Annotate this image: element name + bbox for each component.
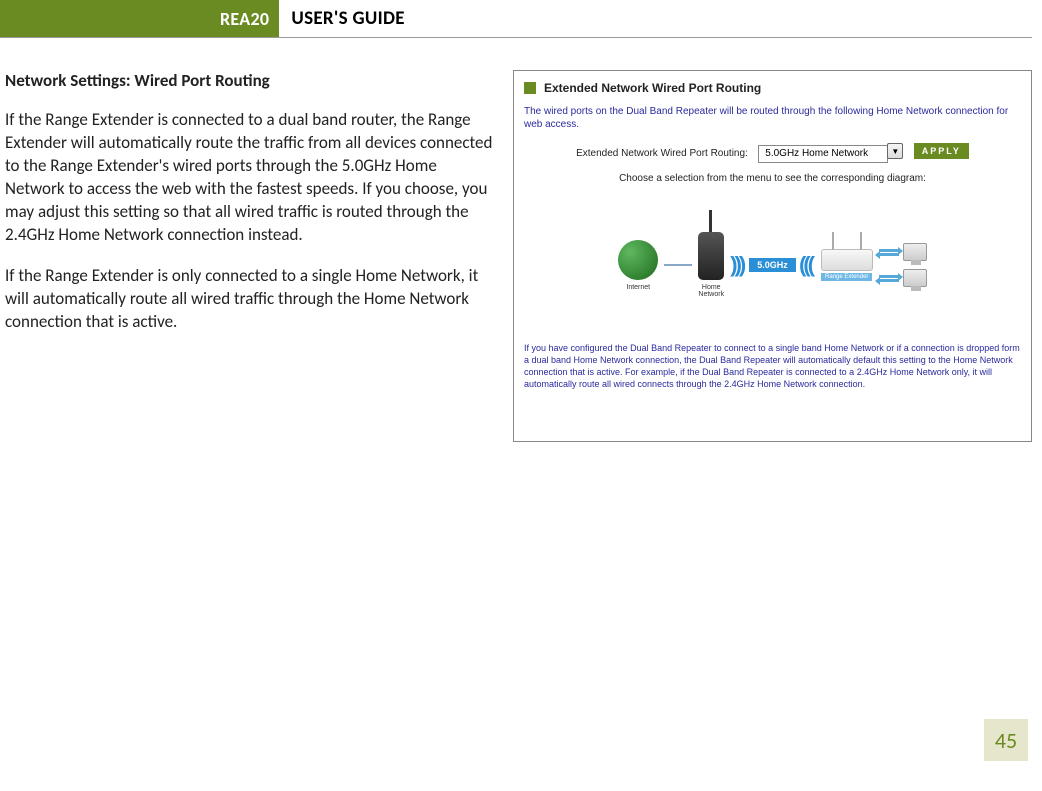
section-heading: Network Settings: Wired Port Routing	[5, 70, 495, 91]
home-network-label: Home Network	[698, 284, 724, 298]
panel-description: The wired ports on the Dual Band Repeate…	[524, 105, 1021, 131]
internet-globe-icon	[618, 240, 658, 280]
dropdown-arrow-icon[interactable]: ▼	[887, 143, 903, 159]
page-number: 45	[984, 719, 1028, 761]
data-arrow-icon	[879, 275, 899, 282]
computer-icon	[903, 269, 927, 287]
internet-label: Internet	[626, 284, 650, 291]
panel-instruction: Choose a selection from the menu to see …	[524, 173, 1021, 184]
routing-select-value: 5.0GHz Home Network	[765, 146, 868, 162]
router-icon	[698, 232, 724, 280]
connector-line	[664, 264, 692, 266]
wireless-signal-icon: )))	[802, 252, 815, 278]
body-paragraph-2: If the Range Extender is only connected …	[5, 265, 495, 334]
product-badge: REA20	[210, 0, 279, 38]
header-accent-bar	[0, 0, 210, 38]
document-title: USER'S GUIDE	[279, 0, 404, 38]
panel-footnote: If you have configured the Dual Band Rep…	[524, 342, 1021, 391]
computer-icon	[903, 243, 927, 261]
page-header: REA20 USER'S GUIDE	[0, 0, 1042, 38]
panel-title: Extended Network Wired Port Routing	[544, 81, 761, 95]
wireless-signal-icon: )))	[730, 252, 743, 278]
apply-button[interactable]: APPLY	[914, 143, 969, 159]
data-arrow-icon	[879, 249, 899, 256]
range-extender-label: Range Extender	[821, 273, 872, 281]
network-diagram: Internet Home Network ))) 5.0GHz ))) Ran…	[524, 200, 1021, 330]
header-divider	[0, 37, 1032, 38]
band-badge: 5.0GHz	[749, 258, 796, 272]
section-bullet-icon	[524, 82, 536, 94]
routing-field-label: Extended Network Wired Port Routing:	[576, 148, 748, 159]
body-paragraph-1: If the Range Extender is connected to a …	[5, 109, 495, 247]
settings-screenshot-panel: Extended Network Wired Port Routing The …	[513, 70, 1032, 442]
routing-select[interactable]: 5.0GHz Home Network	[758, 145, 888, 163]
range-extender-icon	[821, 249, 873, 271]
